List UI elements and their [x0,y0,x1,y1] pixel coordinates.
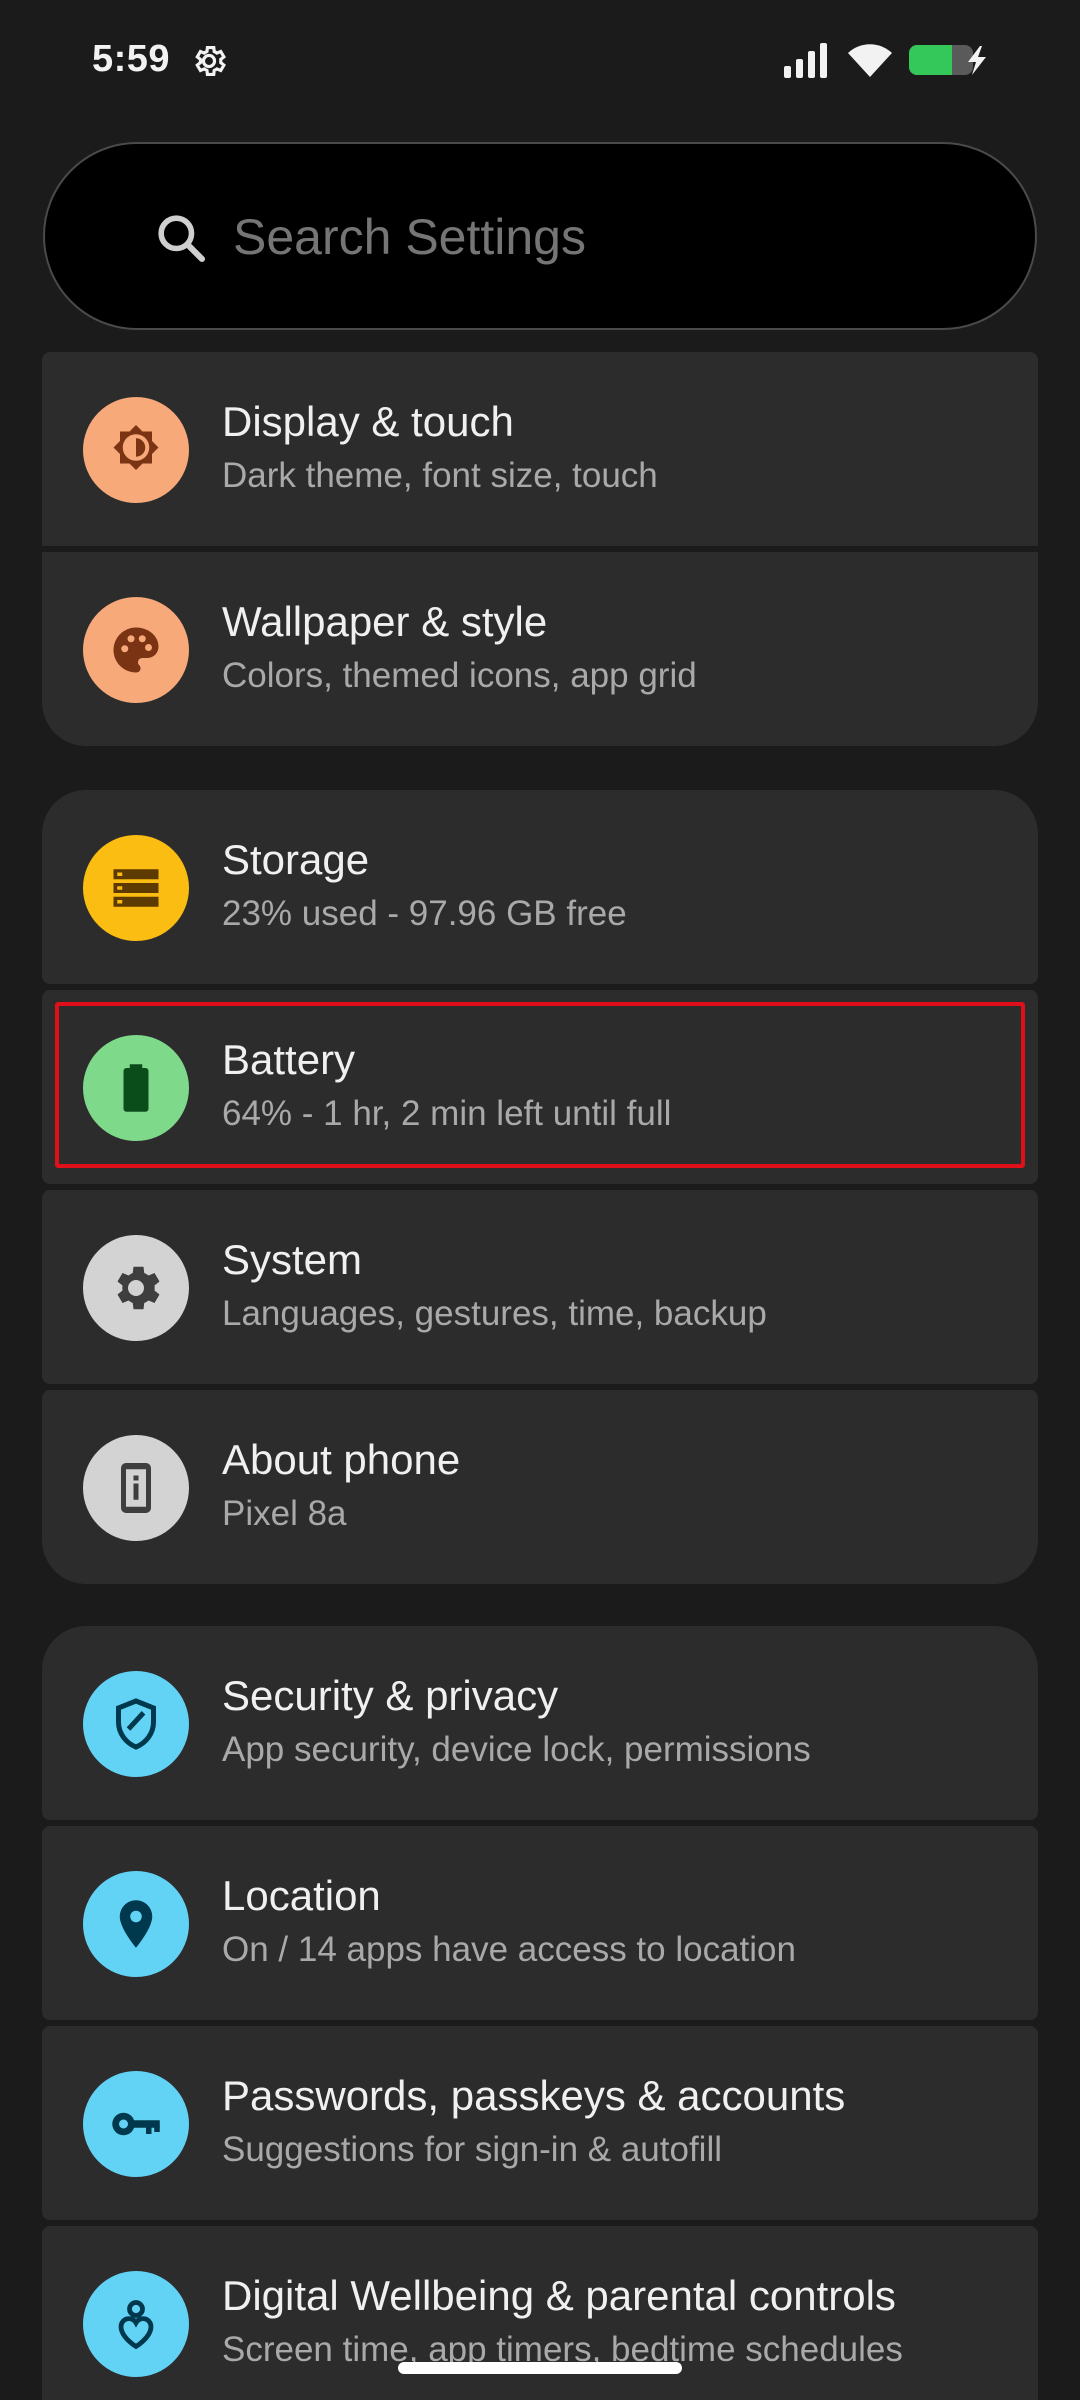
status-bar: 5:59 [0,0,1080,124]
settings-item-security[interactable]: Security & privacy App security, device … [42,1626,1038,1820]
item-subtitle: 23% used - 97.96 GB free [222,894,627,933]
gear-icon [83,1235,189,1341]
settings-item-about-phone[interactable]: About phone Pixel 8a [42,1390,1038,1584]
item-subtitle: Colors, themed icons, app grid [222,656,697,695]
settings-item-storage[interactable]: Storage 23% used - 97.96 GB free [42,790,1038,984]
settings-item-system[interactable]: System Languages, gestures, time, backup [42,1190,1038,1384]
item-title: Security & privacy [222,1672,559,1719]
display-brightness-icon [83,397,189,503]
item-title: Location [222,1872,381,1919]
phone-info-icon [83,1435,189,1541]
palette-icon [83,597,189,703]
battery-icon [83,1035,189,1141]
status-time: 5:59 [92,38,171,80]
search-bar[interactable] [43,142,1037,330]
item-subtitle: Suggestions for sign-in & autofill [222,2130,722,2169]
key-icon [83,2071,189,2177]
shield-icon [83,1671,189,1777]
item-title: Storage [222,836,370,883]
location-pin-icon [83,1871,189,1977]
status-icons [782,40,992,80]
settings-item-passwords[interactable]: Passwords, passkeys & accounts Suggestio… [42,2026,1038,2220]
item-subtitle: 64% - 1 hr, 2 min left until full [222,1094,672,1133]
item-title: About phone [222,1436,461,1483]
item-title: Passwords, passkeys & accounts [222,2072,846,2119]
settings-item-display[interactable]: Display & touch Dark theme, font size, t… [42,352,1038,546]
item-title: Wallpaper & style [222,598,548,645]
settings-screen: 5:59 Search Settings Display & touch Dar… [0,0,1080,2400]
item-title: System [222,1236,363,1283]
item-title: Battery [222,1036,356,1083]
wellbeing-icon [83,2271,189,2377]
storage-icon [83,835,189,941]
settings-item-location[interactable]: Location On / 14 apps have access to loc… [42,1826,1038,2020]
item-subtitle: Languages, gestures, time, backup [222,1294,767,1333]
settings-item-battery[interactable]: Battery 64% - 1 hr, 2 min left until ful… [42,990,1038,1184]
signal-icon [784,43,827,78]
search-input[interactable] [233,202,933,272]
item-title: Display & touch [222,398,514,445]
gesture-navigation-bar[interactable] [398,2362,682,2374]
item-title: Digital Wellbeing & parental controls [222,2272,896,2319]
search-icon [158,215,206,263]
settings-gear-icon [195,45,226,77]
item-subtitle: App security, device lock, permissions [222,1730,811,1769]
wifi-icon [848,44,892,77]
item-subtitle: Pixel 8a [222,1494,347,1533]
item-subtitle: Dark theme, font size, touch [222,456,658,495]
battery-charging-icon [909,45,986,75]
item-subtitle: On / 14 apps have access to location [222,1930,796,1969]
settings-item-wallpaper[interactable]: Wallpaper & style Colors, themed icons, … [42,552,1038,746]
